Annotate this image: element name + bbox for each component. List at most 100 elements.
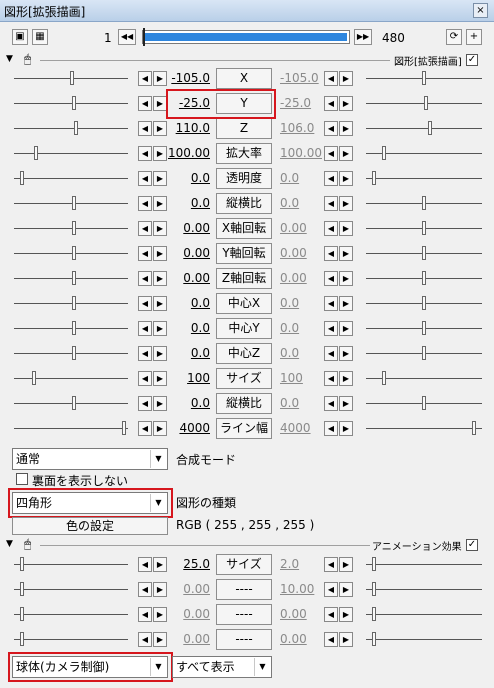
left-slider-track[interactable] — [14, 639, 128, 640]
start-value[interactable]: 0.0 — [166, 196, 210, 210]
increment-button[interactable]: ▶ — [153, 246, 167, 261]
increment-button[interactable]: ▶ — [339, 371, 353, 386]
param-name-button[interactable]: サイズ — [216, 368, 272, 389]
right-slider-thumb[interactable] — [422, 221, 426, 235]
left-slider-thumb[interactable] — [122, 421, 126, 435]
start-value[interactable]: 110.0 — [166, 121, 210, 135]
section-enable-checkbox[interactable]: ✓ — [466, 54, 478, 66]
end-value[interactable]: 100.00 — [280, 146, 324, 160]
right-slider-track[interactable] — [366, 614, 482, 615]
frame-cursor[interactable] — [143, 28, 145, 46]
start-value[interactable]: 100 — [166, 371, 210, 385]
color-button[interactable]: 色の設定 — [12, 517, 168, 535]
decrement-button[interactable]: ◀ — [324, 632, 338, 647]
right-slider-thumb[interactable] — [422, 271, 426, 285]
end-value[interactable]: 4000 — [280, 421, 324, 435]
start-value[interactable]: 0.00 — [166, 632, 210, 646]
increment-button[interactable]: ▶ — [339, 146, 353, 161]
decrement-button[interactable]: ◀ — [138, 582, 152, 597]
param-name-button[interactable]: Y軸回転 — [216, 243, 272, 264]
collapse-icon[interactable]: ▼ — [6, 54, 13, 64]
left-slider-thumb[interactable] — [34, 146, 38, 160]
left-slider-thumb[interactable] — [20, 632, 24, 646]
decrement-button[interactable]: ◀ — [324, 196, 338, 211]
increment-button[interactable]: ▶ — [153, 321, 167, 336]
increment-button[interactable]: ▶ — [153, 582, 167, 597]
decrement-button[interactable]: ◀ — [324, 271, 338, 286]
decrement-button[interactable]: ◀ — [138, 271, 152, 286]
increment-button[interactable]: ▶ — [339, 396, 353, 411]
param-name-button[interactable]: 透明度 — [216, 168, 272, 189]
right-slider-track[interactable] — [366, 178, 482, 179]
decrement-button[interactable]: ◀ — [324, 296, 338, 311]
increment-button[interactable]: ▶ — [339, 632, 353, 647]
param-name-button[interactable]: Z軸回転 — [216, 268, 272, 289]
increment-button[interactable]: ▶ — [153, 196, 167, 211]
left-slider-track[interactable] — [14, 428, 128, 429]
left-slider-thumb[interactable] — [20, 607, 24, 621]
increment-button[interactable]: ▶ — [153, 146, 167, 161]
increment-button[interactable]: ▶ — [153, 296, 167, 311]
increment-button[interactable]: ▶ — [339, 296, 353, 311]
increment-button[interactable]: ▶ — [339, 71, 353, 86]
end-value[interactable]: 10.00 — [280, 582, 324, 596]
increment-button[interactable]: ▶ — [153, 271, 167, 286]
end-value[interactable]: 0.0 — [280, 346, 324, 360]
increment-button[interactable]: ▶ — [153, 71, 167, 86]
link-icon[interactable]: ⟳ — [446, 29, 462, 45]
end-value[interactable]: 0.00 — [280, 271, 324, 285]
start-value[interactable]: 100.00 — [166, 146, 210, 160]
left-slider-track[interactable] — [14, 103, 128, 104]
left-slider-thumb[interactable] — [32, 371, 36, 385]
left-slider-thumb[interactable] — [72, 96, 76, 110]
left-slider-track[interactable] — [14, 614, 128, 615]
left-slider-track[interactable] — [14, 328, 128, 329]
right-slider-thumb[interactable] — [372, 582, 376, 596]
left-slider-thumb[interactable] — [20, 582, 24, 596]
increment-button[interactable]: ▶ — [153, 421, 167, 436]
decrement-button[interactable]: ◀ — [138, 607, 152, 622]
decrement-button[interactable]: ◀ — [138, 146, 152, 161]
decrement-button[interactable]: ◀ — [324, 71, 338, 86]
start-value[interactable]: 0.00 — [166, 582, 210, 596]
decrement-button[interactable]: ◀ — [324, 246, 338, 261]
decrement-button[interactable]: ◀ — [324, 221, 338, 236]
display-option-select[interactable]: すべて表示 ▼ — [172, 656, 272, 678]
decrement-button[interactable]: ◀ — [138, 396, 152, 411]
left-slider-track[interactable] — [14, 278, 128, 279]
end-value[interactable]: 0.0 — [280, 196, 324, 210]
grid-icon[interactable]: ▦ — [32, 29, 48, 45]
skip-forward-button[interactable]: ▶▶ — [354, 29, 372, 45]
left-slider-track[interactable] — [14, 253, 128, 254]
end-value[interactable]: 106.0 — [280, 121, 324, 135]
decrement-button[interactable]: ◀ — [138, 321, 152, 336]
increment-button[interactable]: ▶ — [153, 221, 167, 236]
increment-button[interactable]: ▶ — [339, 582, 353, 597]
decrement-button[interactable]: ◀ — [324, 171, 338, 186]
param-name-button[interactable]: 中心X — [216, 293, 272, 314]
increment-button[interactable]: ▶ — [339, 96, 353, 111]
left-slider-track[interactable] — [14, 403, 128, 404]
decrement-button[interactable]: ◀ — [324, 346, 338, 361]
right-slider-thumb[interactable] — [382, 371, 386, 385]
decrement-button[interactable]: ◀ — [324, 607, 338, 622]
start-value[interactable]: 0.0 — [166, 171, 210, 185]
end-value[interactable]: 0.0 — [280, 171, 324, 185]
left-slider-thumb[interactable] — [72, 246, 76, 260]
decrement-button[interactable]: ◀ — [324, 396, 338, 411]
decrement-button[interactable]: ◀ — [138, 421, 152, 436]
increment-button[interactable]: ▶ — [339, 171, 353, 186]
param-name-button[interactable]: X — [216, 68, 272, 89]
right-slider-thumb[interactable] — [422, 321, 426, 335]
param-name-button[interactable]: ライン幅 — [216, 418, 272, 439]
end-value[interactable]: 0.0 — [280, 396, 324, 410]
section-enable-checkbox[interactable]: ✓ — [466, 539, 478, 551]
right-slider-track[interactable] — [366, 564, 482, 565]
increment-button[interactable]: ▶ — [339, 221, 353, 236]
increment-button[interactable]: ▶ — [153, 371, 167, 386]
frame-slider[interactable] — [142, 28, 350, 46]
end-value[interactable]: 100 — [280, 371, 324, 385]
decrement-button[interactable]: ◀ — [138, 221, 152, 236]
blend-mode-select[interactable]: 通常 ▼ — [12, 448, 168, 470]
param-name-button[interactable]: ---- — [216, 579, 272, 600]
